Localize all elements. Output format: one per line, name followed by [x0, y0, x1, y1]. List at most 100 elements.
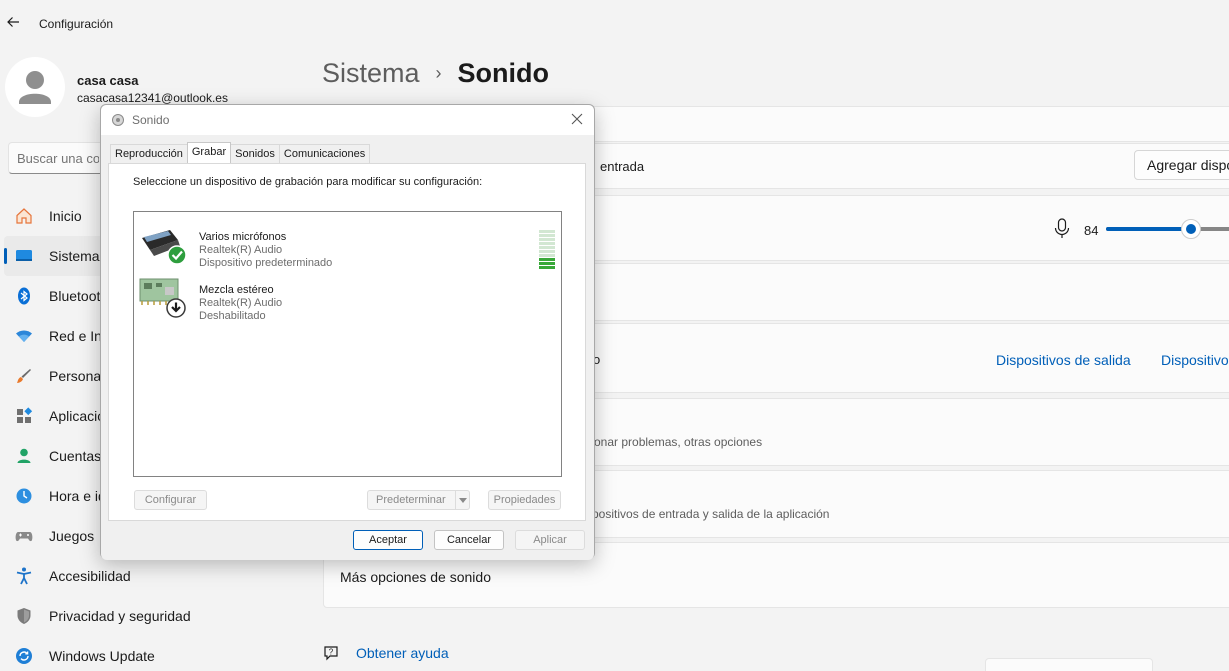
- avatar[interactable]: [5, 57, 65, 117]
- sidebar-item-label: Red e Int: [49, 328, 106, 344]
- input-volume-slider[interactable]: [1106, 219, 1229, 239]
- tab-reproduccion[interactable]: Reproducción: [110, 144, 188, 163]
- level-meter-segment: [539, 234, 555, 237]
- time-language-icon: [14, 486, 34, 506]
- sound-dialog: Sonido Reproducción Grabar Sonidos Comun…: [100, 104, 595, 560]
- update-icon: [14, 646, 34, 666]
- device-status: Dispositivo predeterminado: [199, 257, 333, 269]
- sidebar-item-juegos[interactable]: Juegos: [4, 516, 108, 556]
- sidebar-item-accesibilidad[interactable]: Accesibilidad: [4, 556, 131, 596]
- sidebar-item-personalizacion[interactable]: Personal: [4, 356, 108, 396]
- ok-button[interactable]: Aceptar: [353, 530, 423, 550]
- sidebar-item-sistema[interactable]: Sistema: [4, 236, 108, 276]
- back-arrow-icon[interactable]: [4, 12, 24, 32]
- dialog-body: Reproducción Grabar Sonidos Comunicacion…: [101, 135, 594, 560]
- svg-text:?: ?: [329, 648, 334, 657]
- sidebar-item-inicio[interactable]: Inicio: [4, 196, 108, 236]
- recording-tab-panel: Seleccione un dispositivo de grabación p…: [108, 163, 586, 521]
- add-device-button[interactable]: Agregar dispo: [1134, 150, 1229, 180]
- sidebar-item-bluetooth[interactable]: Bluetoot: [4, 276, 108, 316]
- dialog-title: Sonido: [132, 113, 170, 127]
- recording-device-list[interactable]: Varios micrófonos Realtek(R) Audio Dispo…: [133, 211, 562, 477]
- set-default-label: Predeterminar: [376, 494, 446, 506]
- sidebar-item-hora-idioma[interactable]: Hora e id: [4, 476, 108, 516]
- volume-slider-fill: [1106, 227, 1191, 231]
- get-help-link[interactable]: Obtener ayuda: [356, 645, 449, 661]
- level-meter-segment: [539, 258, 555, 261]
- speaker-icon: [112, 114, 124, 126]
- mixer-subtitle: positivos de entrada y salida de la apli…: [592, 507, 830, 521]
- instruction-text: Seleccione un dispositivo de grabación p…: [133, 176, 483, 188]
- sidebar-item-aplicaciones[interactable]: Aplicacio: [4, 396, 108, 436]
- sidebar-item-windows-update[interactable]: Windows Update: [4, 636, 155, 671]
- brush-icon: [14, 366, 34, 386]
- accounts-icon: [14, 446, 34, 466]
- input-devices-link[interactable]: Dispositivo: [1161, 352, 1229, 368]
- breadcrumb-parent[interactable]: Sistema: [322, 58, 420, 89]
- input-row-label: entrada: [600, 159, 645, 174]
- accessibility-icon: [14, 566, 34, 586]
- app-title: Configuración: [39, 17, 114, 31]
- user-email: casacasa12341@outlook.es: [77, 91, 228, 105]
- level-meter-segment: [539, 254, 555, 257]
- set-default-button[interactable]: Predeterminar: [367, 490, 470, 510]
- close-icon[interactable]: [570, 112, 584, 126]
- page-title: Sonido: [457, 58, 550, 88]
- device-item-microphones[interactable]: Varios micrófonos Realtek(R) Audio Dispo…: [138, 222, 558, 272]
- sidebar-item-label: Accesibilidad: [49, 568, 131, 584]
- apply-button[interactable]: Aplicar: [515, 530, 585, 550]
- level-meter-segment: [539, 266, 555, 269]
- chevron-down-icon[interactable]: [455, 491, 469, 509]
- level-meter-segment: [539, 262, 555, 265]
- microphone-device-icon: [142, 230, 186, 265]
- home-icon: [14, 206, 34, 226]
- tab-sonidos[interactable]: Sonidos: [230, 144, 280, 163]
- level-meter-segment: [539, 242, 555, 245]
- user-name: casa casa: [77, 73, 139, 88]
- sidebar-item-label: Personal: [49, 368, 105, 384]
- level-meter-segment: [539, 230, 555, 233]
- sound-card-device-icon: [139, 278, 186, 318]
- tab-comunicaciones[interactable]: Comunicaciones: [278, 144, 371, 163]
- shield-icon: [14, 606, 34, 626]
- apps-icon: [14, 406, 34, 426]
- sidebar-item-red[interactable]: Red e Int: [4, 316, 108, 356]
- sidebar-item-label: Aplicacio: [49, 408, 106, 424]
- bluetooth-icon: [14, 286, 34, 306]
- system-icon: [14, 246, 34, 266]
- level-meter: [539, 230, 555, 272]
- more-sound-options-label: Más opciones de sonido: [340, 569, 491, 585]
- device-driver: Realtek(R) Audio: [199, 297, 283, 309]
- sidebar-item-label: Hora e id: [49, 488, 106, 504]
- sidebar-nav: Inicio Sistema Bluetoot Red e Int Person…: [4, 196, 191, 671]
- chevron-right-icon: ›: [435, 63, 442, 83]
- wifi-icon: [14, 326, 34, 346]
- device-item-stereo-mix[interactable]: Mezcla estéreo Realtek(R) Audio Deshabil…: [138, 275, 558, 325]
- volume-value: 84: [1084, 223, 1099, 238]
- tab-grabar[interactable]: Grabar: [186, 142, 232, 163]
- breadcrumb: Sistema › Sonido: [322, 58, 549, 89]
- output-devices-link[interactable]: Dispositivos de salida: [996, 352, 1131, 368]
- device-status: Deshabilitado: [199, 310, 266, 322]
- partial-panel: [985, 658, 1153, 671]
- volume-slider-thumb[interactable]: [1180, 219, 1201, 239]
- search-input[interactable]: [8, 142, 108, 174]
- sidebar-item-label: Bluetoot: [49, 288, 101, 304]
- sidebar-item-label: Windows Update: [49, 648, 155, 664]
- microphone-icon[interactable]: [1053, 218, 1071, 240]
- sidebar-item-label: Juegos: [49, 528, 95, 544]
- device-name: Mezcla estéreo: [199, 284, 274, 296]
- title-bar: Configuración: [0, 0, 1229, 48]
- user-avatar-icon: [19, 71, 51, 104]
- dialog-title-bar: Sonido: [101, 105, 594, 135]
- sidebar-item-label: Privacidad y seguridad: [49, 608, 191, 624]
- dialog-tabs: Reproducción Grabar Sonidos Comunicacion…: [110, 142, 371, 163]
- device-name: Varios micrófonos: [199, 231, 287, 243]
- cancel-button[interactable]: Cancelar: [434, 530, 504, 550]
- properties-button[interactable]: Propiedades: [488, 490, 561, 510]
- configure-button[interactable]: Configurar: [134, 490, 207, 510]
- sidebar-item-cuentas[interactable]: Cuentas: [4, 436, 108, 476]
- troubleshoot-subtitle: onar problemas, otras opciones: [594, 435, 763, 449]
- sidebar-item-label: Cuentas: [49, 448, 102, 464]
- sidebar-item-privacidad[interactable]: Privacidad y seguridad: [4, 596, 191, 636]
